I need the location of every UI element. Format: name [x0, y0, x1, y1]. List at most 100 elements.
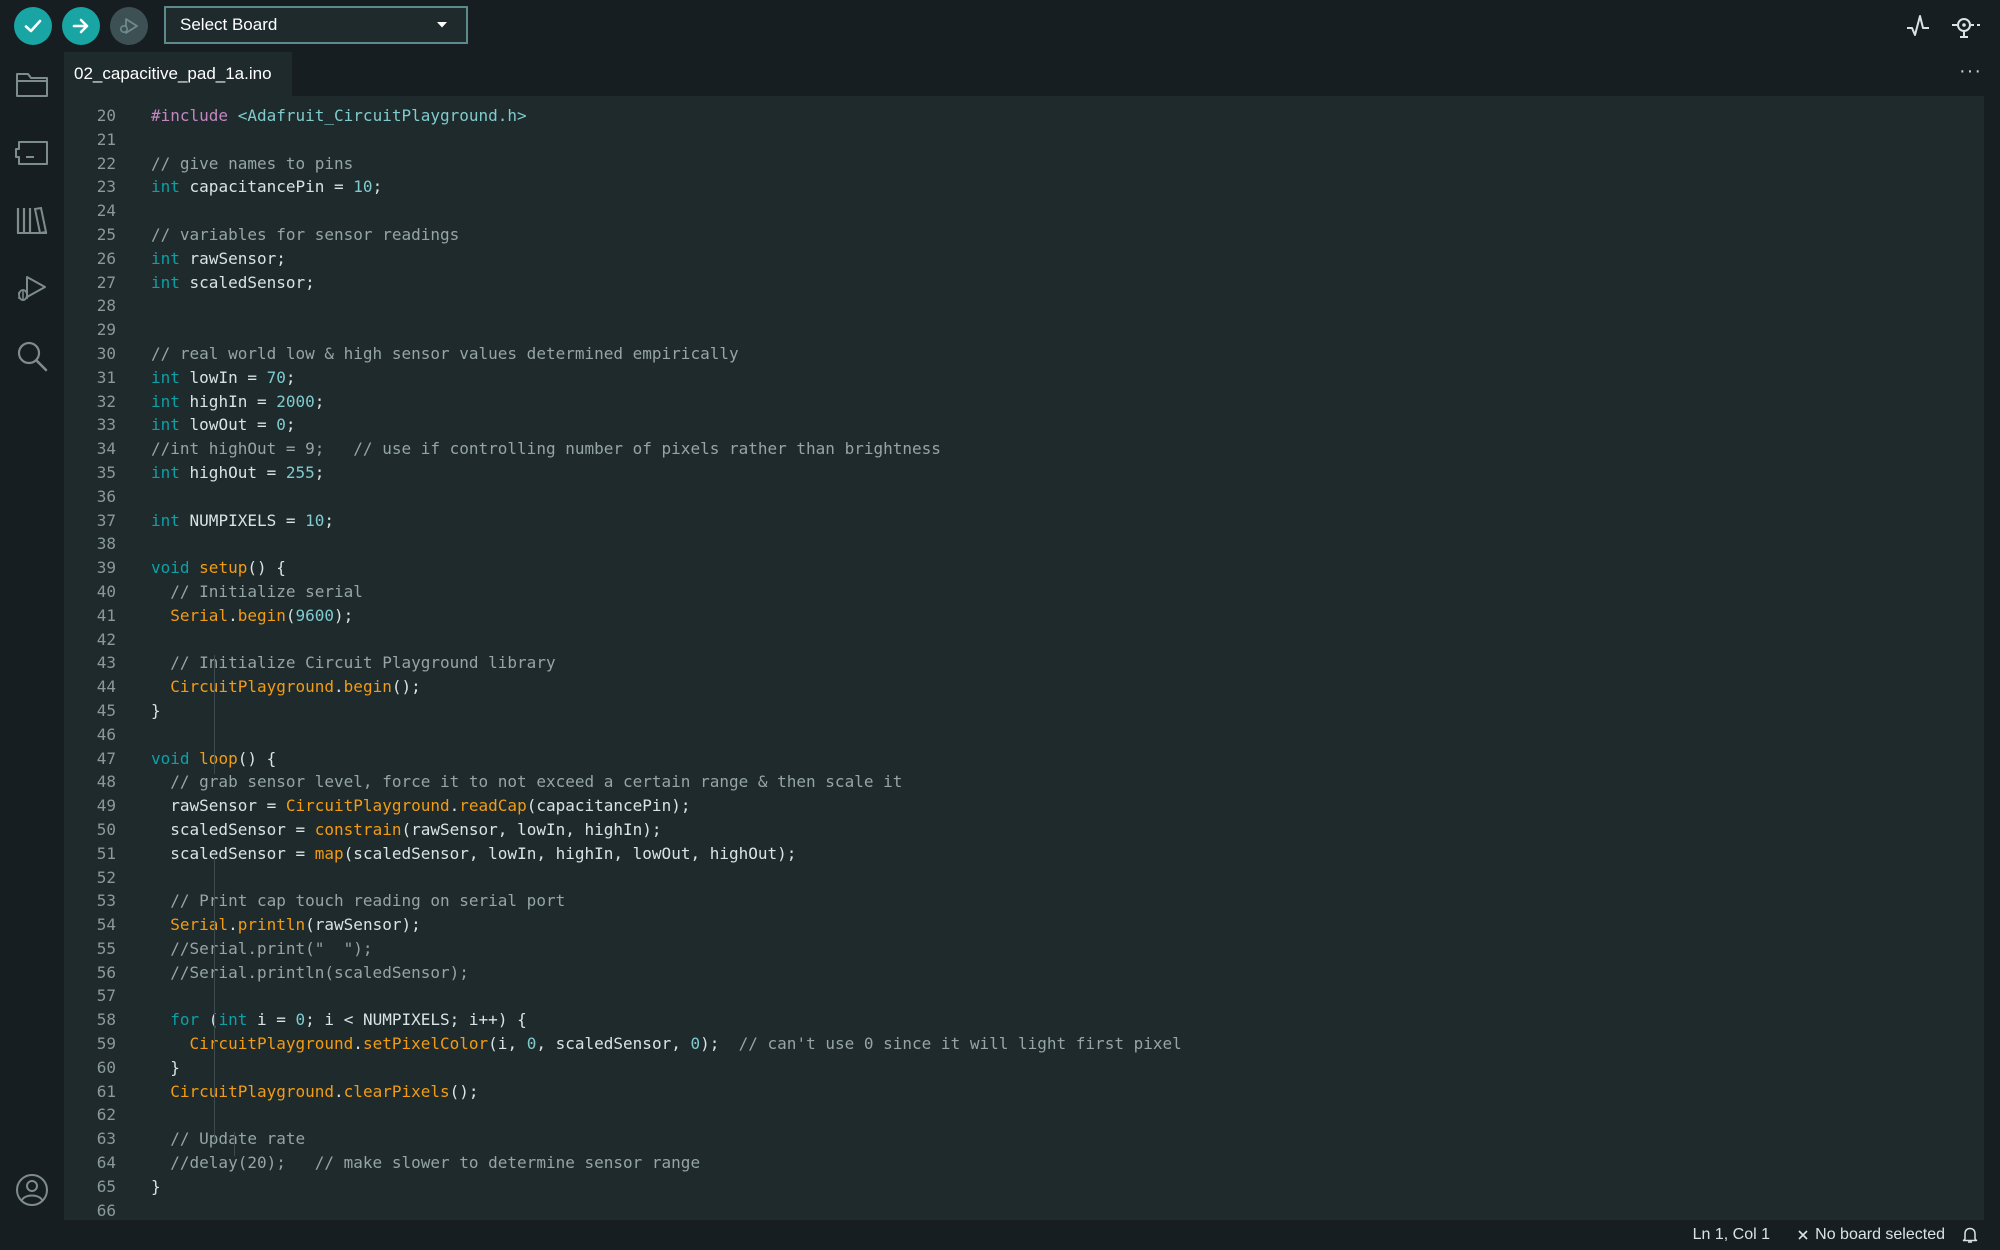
code-line[interactable]: 51 scaledSensor = map(scaledSensor, lowI…	[64, 842, 1984, 866]
code-token: // variables for sensor readings	[151, 224, 460, 244]
code-line[interactable]: 20 #include <Adafruit_CircuitPlayground.h…	[64, 104, 1984, 128]
code-token: lowOut =	[179, 415, 277, 435]
code-token: 70	[266, 367, 286, 387]
sidebar-item-debug[interactable]	[12, 268, 52, 308]
serial-plotter-button[interactable]	[1900, 8, 1936, 44]
line-number: 40	[96, 581, 116, 601]
code-token: clearPixels	[343, 1081, 450, 1101]
code-line[interactable]: 48 // grab sensor level, force it to not…	[64, 770, 1984, 794]
code-line[interactable]: 64 //delay(20); // make slower to determ…	[64, 1151, 1984, 1175]
notifications-button[interactable]	[1962, 1226, 1978, 1249]
code-line[interactable]: 50 scaledSensor = constrain(rawSensor, l…	[64, 818, 1984, 842]
sidebar-item-sketchbook[interactable]	[12, 64, 52, 104]
code-line[interactable]: 43 // Initialize Circuit Playground libr…	[64, 651, 1984, 675]
code-token: constrain	[314, 819, 402, 839]
upload-button[interactable]	[62, 7, 100, 45]
code-line[interactable]: 58 for (int i = 0; i < NUMPIXELS; i++) {	[64, 1008, 1984, 1032]
line-number: 34	[96, 439, 116, 459]
sidebar-item-library-manager[interactable]	[12, 200, 52, 240]
more-actions-icon[interactable]: ···	[1959, 60, 1982, 83]
code-line[interactable]: 30 // real world low & high sensor values…	[64, 342, 1984, 366]
line-number: 46	[96, 724, 116, 744]
code-token: 10	[353, 177, 373, 197]
code-line[interactable]: 47 void loop() {	[64, 747, 1984, 771]
tab-sketch-file[interactable]: 02_capacitive_pad_1a.ino	[64, 52, 292, 96]
code-line[interactable]: 37 int NUMPIXELS = 10;	[64, 509, 1984, 533]
line-number: 24	[96, 201, 116, 221]
code-line[interactable]: 55 //Serial.print(" ");	[64, 937, 1984, 961]
code-line[interactable]: 22 // give names to pins	[64, 152, 1984, 176]
code-line[interactable]: 54 Serial.println(rawSensor);	[64, 913, 1984, 937]
code-line[interactable]: 41 Serial.begin(9600);	[64, 604, 1984, 628]
code-line[interactable]: 53 // Print cap touch reading on serial …	[64, 889, 1984, 913]
code-text: }	[151, 699, 161, 723]
line-number: 55	[96, 938, 116, 958]
line-number: 47	[96, 748, 116, 768]
code-token: CircuitPlayground	[170, 677, 335, 697]
code-token: .	[334, 1081, 344, 1101]
code-text: int rawSensor;	[151, 247, 286, 271]
line-number: 43	[96, 653, 116, 673]
account-button[interactable]	[12, 1170, 52, 1210]
debug-button[interactable]	[110, 7, 148, 45]
code-line[interactable]: 28	[64, 294, 1984, 318]
code-line[interactable]: 63 // Update rate	[64, 1127, 1984, 1151]
board-select-dropdown[interactable]: Select Board	[164, 6, 468, 44]
code-token: void	[151, 558, 190, 578]
code-token: ;	[285, 415, 296, 435]
code-line[interactable]: 32 int highIn = 2000;	[64, 390, 1984, 414]
code-line[interactable]: 49 rawSensor = CircuitPlayground.readCap…	[64, 794, 1984, 818]
code-line[interactable]: 21	[64, 128, 1984, 152]
code-line[interactable]: 39 void setup() {	[64, 556, 1984, 580]
line-number: 61	[96, 1081, 116, 1101]
code-line[interactable]: 26 int rawSensor;	[64, 247, 1984, 271]
code-line[interactable]: 38	[64, 532, 1984, 556]
code-line[interactable]: 56 //Serial.println(scaledSensor);	[64, 961, 1984, 985]
code-line[interactable]: 23 int capacitancePin = 10;	[64, 175, 1984, 199]
code-line[interactable]: 31 int lowIn = 70;	[64, 366, 1984, 390]
bell-icon	[1962, 1227, 1978, 1243]
code-text: }	[151, 1175, 161, 1199]
code-line[interactable]: 35 int highOut = 255;	[64, 461, 1984, 485]
code-line[interactable]: 60 }	[64, 1056, 1984, 1080]
serial-monitor-button[interactable]	[1948, 8, 1984, 44]
line-number: 25	[96, 224, 116, 244]
sidebar-item-search[interactable]	[12, 336, 52, 376]
code-line[interactable]: 25 // variables for sensor readings	[64, 223, 1984, 247]
code-line[interactable]: 61 CircuitPlayground.clearPixels();	[64, 1080, 1984, 1104]
code-line[interactable]: 59 CircuitPlayground.setPixelColor(i, 0,…	[64, 1032, 1984, 1056]
code-text: // real world low & high sensor values d…	[151, 342, 739, 366]
code-line[interactable]: 34 //int highOut = 9; // use if controlli…	[64, 437, 1984, 461]
code-line[interactable]: 45}	[64, 699, 1984, 723]
code-token: }	[151, 1176, 161, 1196]
code-line[interactable]: 27 int scaledSensor;	[64, 271, 1984, 295]
code-line[interactable]: 24	[64, 199, 1984, 223]
board-status[interactable]: No board selected	[1797, 1226, 1945, 1244]
code-token: println	[237, 915, 306, 935]
code-line[interactable]: 29	[64, 318, 1984, 342]
code-line[interactable]: 46	[64, 723, 1984, 747]
code-line[interactable]: 57	[64, 984, 1984, 1008]
code-token: }	[151, 700, 161, 720]
line-number: 27	[96, 272, 116, 292]
code-token: 0	[295, 1010, 306, 1030]
code-line[interactable]: 33 int lowOut = 0;	[64, 413, 1984, 437]
verify-button[interactable]	[14, 7, 52, 45]
line-number: 35	[96, 462, 116, 482]
code-line[interactable]: 62	[64, 1103, 1984, 1127]
code-line[interactable]: 36	[64, 485, 1984, 509]
code-token: );	[700, 1034, 739, 1054]
code-line[interactable]: 66	[64, 1199, 1984, 1220]
code-line[interactable]: 42	[64, 628, 1984, 652]
code-line[interactable]: 44 CircuitPlayground.begin();	[64, 675, 1984, 699]
code-token: //delay(20); // make slower to determine…	[170, 1153, 701, 1173]
editor-scrollbar[interactable]	[1984, 96, 2000, 1220]
code-line[interactable]: 40 // Initialize serial	[64, 580, 1984, 604]
code-line[interactable]: 65}	[64, 1175, 1984, 1199]
code-token: scaledSensor =	[151, 843, 315, 863]
code-token: int	[151, 272, 180, 292]
code-editor[interactable]: 20 #include <Adafruit_CircuitPlayground.h…	[64, 96, 1984, 1220]
code-line[interactable]: 52	[64, 866, 1984, 890]
sidebar-item-boards-manager[interactable]	[12, 132, 52, 172]
cursor-position[interactable]: Ln 1, Col 1	[1693, 1226, 1770, 1244]
